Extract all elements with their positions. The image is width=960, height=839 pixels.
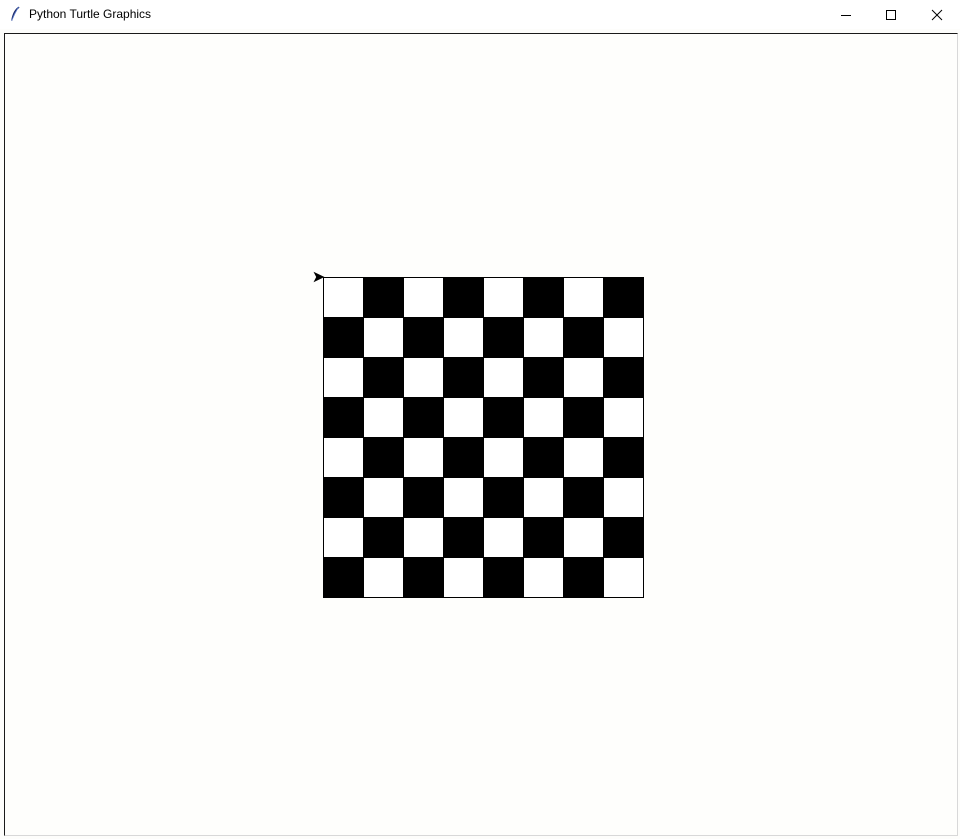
board-square: [483, 517, 524, 558]
board-square: [403, 357, 444, 398]
close-button[interactable]: [914, 0, 960, 29]
board-square: [443, 357, 484, 398]
maximize-button[interactable]: [868, 0, 914, 29]
board-square: [483, 277, 524, 318]
board-square: [403, 557, 444, 598]
board-square: [363, 517, 404, 558]
board-square: [363, 477, 404, 518]
board-square: [603, 397, 644, 438]
board-square: [523, 557, 564, 598]
board-square: [563, 277, 604, 318]
close-icon: [931, 9, 943, 20]
window-title: Python Turtle Graphics: [29, 7, 152, 21]
board-square: [563, 357, 604, 398]
board-square: [443, 317, 484, 358]
board-square: [323, 437, 364, 478]
board-square: [523, 477, 564, 518]
board-square: [563, 557, 604, 598]
board-square: [323, 277, 364, 318]
minimize-button[interactable]: [823, 0, 869, 29]
board-square: [363, 277, 404, 318]
board-square: [403, 517, 444, 558]
board-square: [403, 277, 444, 318]
feather-icon: [11, 6, 20, 21]
board-square: [563, 397, 604, 438]
board-square: [363, 357, 404, 398]
board-square: [363, 397, 404, 438]
board-square: [523, 277, 564, 318]
board-square: [443, 397, 484, 438]
board-square: [443, 557, 484, 598]
board-square: [323, 397, 364, 438]
board-square: [563, 317, 604, 358]
board-square: [443, 477, 484, 518]
board-square: [523, 397, 564, 438]
board-square: [603, 357, 644, 398]
board-square: [563, 437, 604, 478]
board-square: [483, 357, 524, 398]
board-square: [483, 317, 524, 358]
board-square: [443, 277, 484, 318]
board-square: [443, 517, 484, 558]
board-square: [363, 557, 404, 598]
board-square: [323, 317, 364, 358]
board-square: [323, 357, 364, 398]
board-square: [523, 357, 564, 398]
board-square: [483, 397, 524, 438]
board-square: [403, 437, 444, 478]
board-square: [603, 317, 644, 358]
board-square: [363, 317, 404, 358]
board-square: [323, 557, 364, 598]
board-square: [403, 397, 444, 438]
board-square: [523, 437, 564, 478]
board-square: [403, 477, 444, 518]
board-square: [563, 477, 604, 518]
turtle-window: Python Turtle Graphics: [0, 0, 960, 839]
title-bar[interactable]: Python Turtle Graphics: [0, 0, 960, 29]
board-square: [323, 477, 364, 518]
board-square: [523, 517, 564, 558]
board-square: [603, 477, 644, 518]
board-square: [483, 437, 524, 478]
board-square: [603, 437, 644, 478]
board-square: [403, 317, 444, 358]
board-square: [603, 557, 644, 598]
maximize-icon: [886, 9, 896, 20]
minimize-icon: [841, 14, 851, 16]
board-square: [563, 517, 604, 558]
board-square: [323, 517, 364, 558]
board-square: [603, 277, 644, 318]
checkerboard: [323, 277, 644, 598]
turtle-cursor-icon: [313, 271, 325, 283]
board-square: [363, 437, 404, 478]
board-square: [483, 557, 524, 598]
board-square: [443, 437, 484, 478]
board-square: [523, 317, 564, 358]
board-square: [603, 517, 644, 558]
board-square: [483, 477, 524, 518]
